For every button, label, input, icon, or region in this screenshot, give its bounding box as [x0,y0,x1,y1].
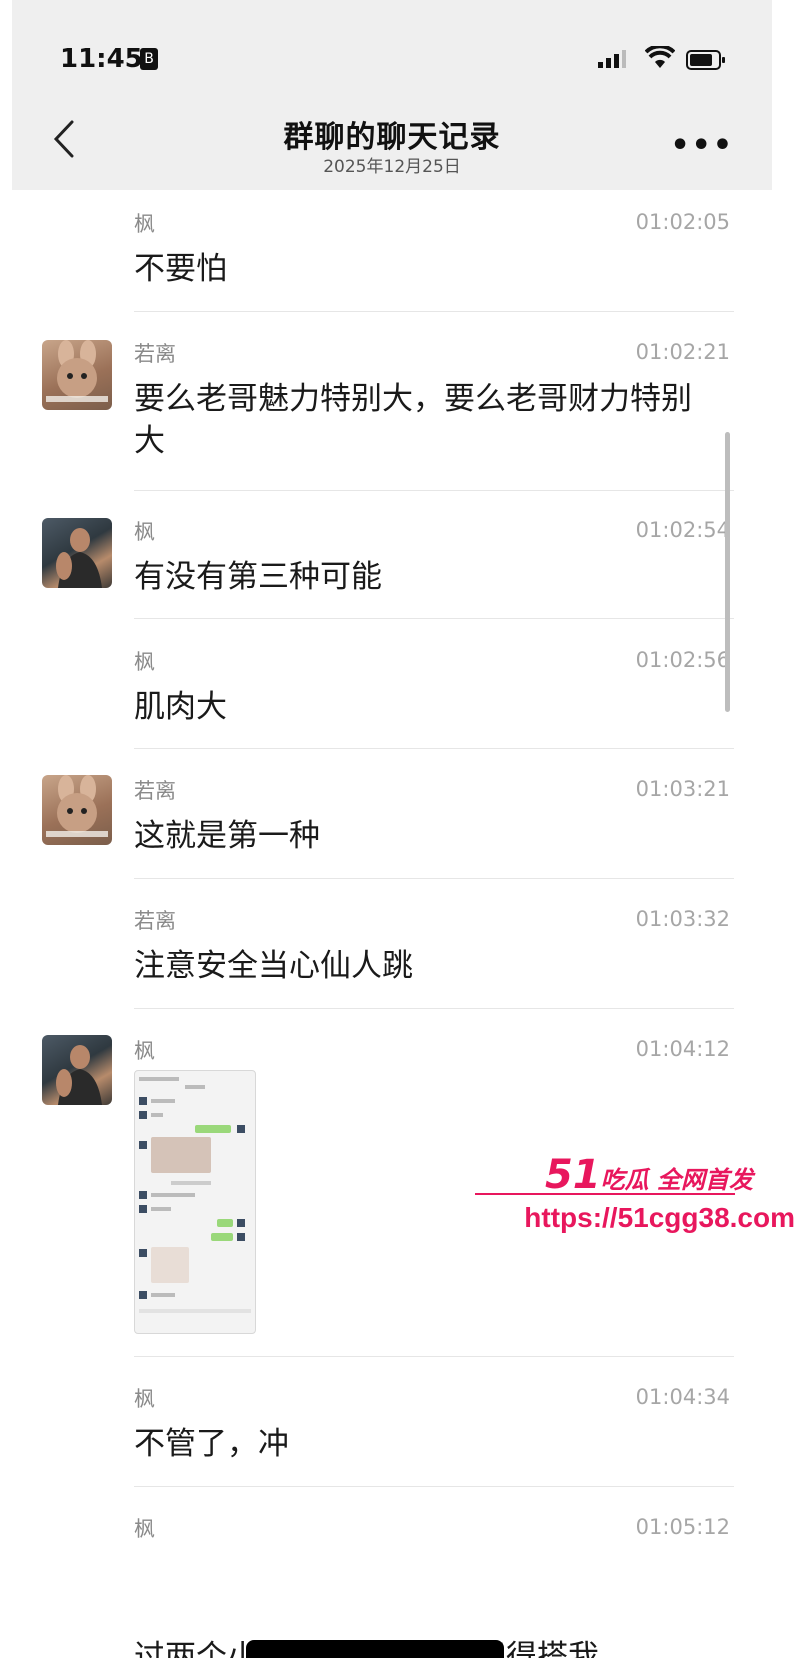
watermark-brand-text: 吃瓜 全网首发 [600,1166,753,1194]
message-text: 要么老哥魅力特别大，要么老哥财力特别大 [134,381,692,459]
status-bar: 11:45 B [0,0,800,110]
watermark: 51吃瓜 全网首发 https://51cgg38.com [475,1152,795,1242]
message-time: 01:02:54 [635,518,730,542]
redaction-bar [246,1640,504,1658]
scrollbar[interactable] [725,432,730,712]
message-text: 不要怕 [134,251,227,287]
sender-name: 枫 [134,650,155,674]
message-text: 不管了，冲 [134,1426,289,1462]
more-options-button[interactable]: ••• [670,128,734,163]
sender-name: 若离 [134,342,176,366]
message-time: 01:04:34 [635,1385,730,1409]
gym-photo-avatar-icon [56,1045,102,1105]
rabbit-avatar-icon [46,775,108,837]
watermark-line [475,1193,735,1195]
message-time: 01:02:05 [635,210,730,234]
divider [134,490,734,491]
divider [134,878,734,879]
message-time: 01:05:12 [635,1515,730,1539]
sender-name: 枫 [134,212,155,236]
page-title: 群聊的聊天记录 [283,120,501,155]
wifi-icon [645,46,675,68]
page-subtitle-date: 2025年12月25日 [323,157,461,177]
message-time: 01:04:12 [635,1037,730,1061]
divider [134,311,734,312]
sender-name: 若离 [134,909,176,933]
avatar[interactable] [42,518,112,588]
avatar[interactable] [42,340,112,410]
battery-icon [686,50,725,70]
message-time: 01:03:21 [635,777,730,801]
cellular-signal-icon [598,50,626,68]
watermark-url: https://51cgg38.com [524,1202,795,1233]
message-text: 有没有第三种可能 [134,559,382,595]
avatar[interactable] [42,775,112,845]
divider [134,748,734,749]
divider [134,1008,734,1009]
message-text: 这就是第一种 [134,818,320,854]
sender-name: 枫 [134,520,155,544]
sender-name: 枫 [134,1039,155,1063]
message-time: 01:02:56 [635,648,730,672]
divider [134,618,734,619]
message-text: 肌肉大 [134,689,227,725]
watermark-brand-number: 51 [544,1152,601,1198]
chat-history-header: 群聊的聊天记录 2025年12月25日 ••• [12,100,772,190]
sender-name: 若离 [134,779,176,803]
notification-badge-icon: B [140,48,158,70]
sender-name: 枫 [134,1387,155,1411]
rabbit-avatar-icon [46,340,108,402]
avatar[interactable] [42,1035,112,1105]
message-text: 注意安全当心仙人跳 [134,948,413,984]
sender-name: 枫 [134,1517,155,1541]
watermark-brand: 51吃瓜 全网首发 [545,1152,753,1198]
screenshot-image-thumbnail[interactable] [134,1070,256,1334]
divider [134,1356,734,1357]
status-time: 11:45 [60,44,143,74]
gym-photo-avatar-icon [56,528,102,588]
divider [134,1486,734,1487]
message-time: 01:02:21 [635,340,730,364]
message-time: 01:03:32 [635,907,730,931]
